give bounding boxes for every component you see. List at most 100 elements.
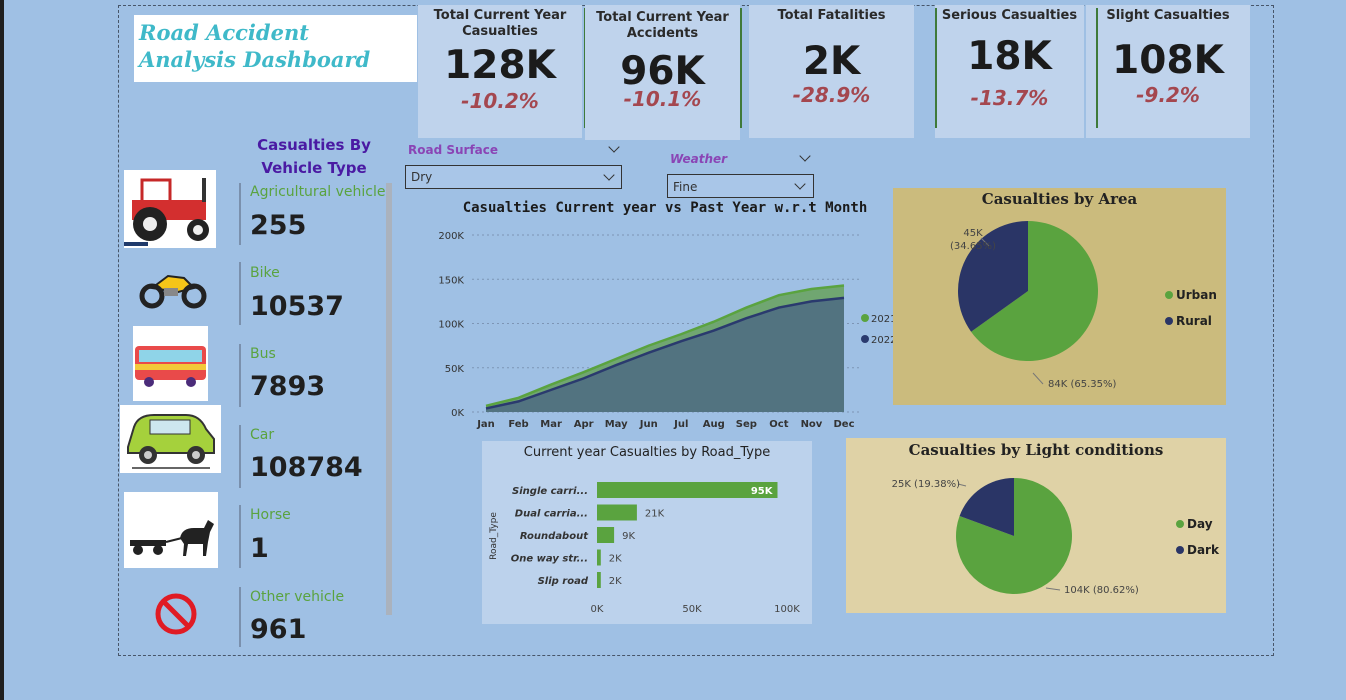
x-tick-label: 50K (682, 604, 702, 615)
kpi-value: 2K (802, 39, 861, 84)
road-type-card: Current year Casualties by Road_Type Sin… (482, 441, 812, 624)
vehicle-value: 961 (250, 614, 307, 645)
x-tick-label: 100K (774, 604, 800, 615)
x-tick-label: Jun (639, 419, 658, 430)
x-tick-label: Jan (476, 419, 495, 430)
road-type-bar-chart: Single carri... 95K Dual carria... 21K Round… (489, 482, 800, 615)
dashboard-canvas: Road Accident Analysis Dashboard Total C… (4, 0, 1346, 700)
kpi-card-slight: Slight Casualties 108K -9.2% (1086, 5, 1250, 138)
vehicle-value: 7893 (250, 371, 326, 402)
prohibited-icon (154, 592, 198, 636)
pie-data-label: 84K (65.35%) (1048, 379, 1116, 390)
x-tick-label: Nov (801, 419, 823, 430)
pie-data-label: 45K (963, 228, 983, 239)
kpi-card-serious: Serious Casualties 18K -13.7% (935, 5, 1084, 138)
legend-marker-urban (1165, 291, 1173, 299)
vehicle-name: Bike (250, 265, 280, 281)
kpi-change: -10.1% (623, 87, 702, 111)
x-tick-label: Feb (508, 419, 528, 430)
road-surface-label: Road Surface (408, 143, 499, 157)
kpi-label: Total Current Year Accidents (596, 10, 729, 41)
kpi-label: Slight Casualties (1106, 8, 1230, 23)
bar-data-label: 95K (751, 486, 774, 497)
area-pie-card: Casualties by Area 84K (65.35%) Urban 45K(… (893, 188, 1226, 405)
light-pie-chart: 104K (80.62%) Day 25K (19.38%) Dark (892, 478, 1220, 596)
pie-data-label: 25K (19.38%) (892, 479, 960, 490)
vehicle-separator (239, 344, 241, 407)
kpi-divider (740, 8, 742, 128)
kpi-value: 18K (967, 34, 1052, 79)
car-icon (120, 405, 221, 473)
vehicle-value: 108784 (250, 452, 363, 483)
kpi-card-fatalities: Total Fatalities 2K -28.9% (749, 5, 914, 138)
kpi-card-accidents: Total Current Year Accidents 96K -10.1% (585, 5, 740, 140)
road-surface-value: Dry (411, 170, 433, 184)
y-axis-label: Road_Type (489, 512, 499, 560)
kpi-change: -13.7% (970, 86, 1049, 110)
vehicle-separator (239, 587, 241, 647)
leader-line (1032, 372, 1044, 385)
chevron-down-icon (603, 169, 615, 181)
y-tick-label: 0K (451, 408, 464, 419)
category-label: Slip road (538, 576, 589, 587)
vehicle-name: Horse (250, 507, 291, 523)
light-pie-card: Casualties by Light conditions 104K (80.… (846, 438, 1226, 613)
vehicle-separator (239, 183, 241, 245)
vehicle-separator (239, 425, 241, 488)
vehicle-name: Bus (250, 346, 276, 362)
dashboard-title: Road Accident Analysis Dashboard (139, 20, 371, 72)
y-tick-label: 150K (438, 275, 464, 286)
vehicle-name: Car (250, 427, 275, 443)
vehicle-value: 10537 (250, 291, 344, 322)
bar (597, 504, 637, 521)
legend-label-rural: Rural (1176, 314, 1212, 328)
monthly-chart-title: Casualties Current year vs Past Year w.r… (462, 200, 868, 216)
kpi-divider (1096, 8, 1098, 128)
weather-dropdown[interactable]: Fine (667, 174, 814, 198)
vehicle-separator (239, 505, 241, 568)
kpi-change: -28.9% (792, 83, 871, 107)
bar-data-label: 2K (609, 576, 622, 587)
pie-data-label: (34.65%) (950, 241, 996, 252)
bar-data-label: 2K (609, 554, 622, 565)
legend-marker-2022 (861, 335, 869, 343)
legend-marker-dark (1176, 546, 1184, 554)
category-label: Dual carria... (515, 509, 588, 520)
motorbike-icon (138, 262, 208, 310)
category-label: One way str... (511, 554, 588, 565)
x-tick-label: Apr (574, 419, 594, 430)
x-tick-label: Mar (540, 419, 562, 430)
x-tick-label: Aug (703, 419, 725, 430)
weather-value: Fine (673, 180, 698, 194)
area-pie-chart: 84K (65.35%) Urban 45K (34.65%) Rural (950, 221, 1217, 390)
tractor-icon (124, 170, 216, 248)
legend-label-dark: Dark (1187, 543, 1220, 557)
x-tick-label: Sep (736, 419, 757, 430)
leader-line (1045, 587, 1061, 591)
x-tick-label: Jul (673, 419, 688, 430)
legend-marker-2021 (861, 314, 869, 322)
x-tick-label: 0K (591, 604, 604, 615)
kpi-label: Serious Casualties (941, 8, 1078, 23)
vehicle-name: Agricultural vehicle (250, 184, 386, 200)
legend-marker-rural (1165, 317, 1173, 325)
vehicle-panel-title: Casualties By Vehicle Type (257, 136, 371, 177)
kpi-label: Total Fatalities (777, 8, 886, 23)
category-label: Single carri... (512, 486, 588, 497)
kpi-value: 128K (444, 43, 556, 88)
legend-label-day: Day (1187, 517, 1213, 531)
kpi-value: 108K (1112, 38, 1224, 83)
legend-label-urban: Urban (1176, 288, 1217, 302)
kpi-divider (935, 8, 937, 128)
kpi-card-casualties: Total Current Year Casualties 128K -10.2… (418, 5, 582, 138)
vehicle-panel-scrollbar[interactable] (386, 183, 392, 615)
monthly-area-chart: 0K 50K 100K 150K 200K Jan Feb Mar Apr May Jun Jul Au… (438, 231, 896, 430)
legend-marker-day (1176, 520, 1184, 528)
road-surface-dropdown[interactable]: Dry (405, 165, 622, 189)
bar (597, 549, 601, 566)
x-tick-label: Oct (769, 419, 788, 430)
vehicle-separator (239, 262, 241, 325)
vehicle-value: 1 (250, 533, 269, 564)
weather-label: Weather (670, 152, 728, 166)
vehicle-name: Other vehicle (250, 589, 345, 605)
